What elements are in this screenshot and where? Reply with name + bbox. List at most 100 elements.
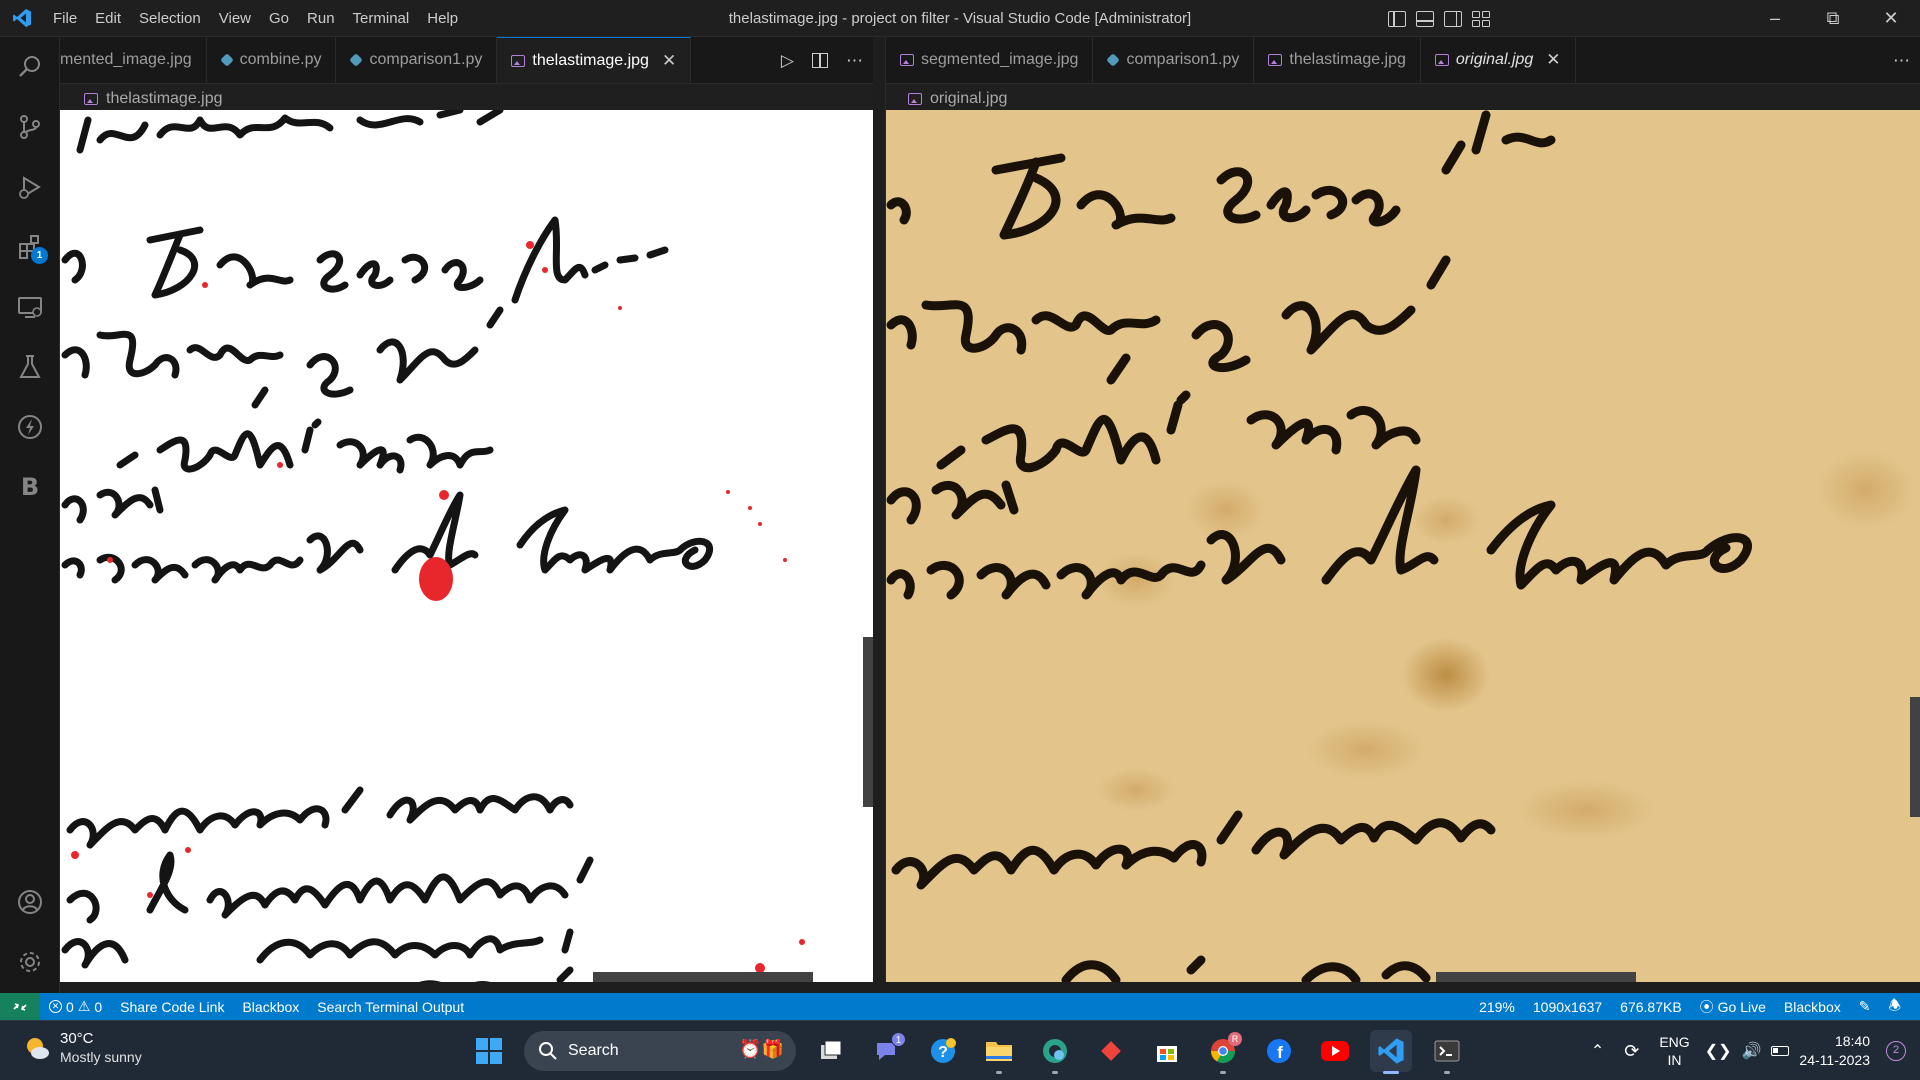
vertical-scrollbar-left[interactable]	[863, 637, 873, 807]
menu-edit[interactable]: Edit	[86, 0, 130, 37]
running-indicator	[1220, 1071, 1226, 1074]
running-indicator	[996, 1071, 1002, 1074]
tab-combine-py[interactable]: combine.py	[207, 37, 337, 83]
menu-go[interactable]: Go	[260, 0, 298, 37]
chrome-profile-badge: R	[1228, 1032, 1242, 1046]
teams-chat-icon[interactable]: 1	[866, 1030, 908, 1072]
image-file-icon	[1434, 54, 1449, 66]
blackbox-icon[interactable]: B	[0, 462, 60, 512]
tab-close-icon[interactable]: ✕	[1546, 50, 1560, 70]
wifi-icon[interactable]: ❮❯	[1700, 1041, 1737, 1061]
minimize-button[interactable]: –	[1746, 0, 1804, 37]
taskbar-search[interactable]: Search ⏰🎁	[524, 1031, 796, 1071]
image-preview-thelastimage[interactable]	[60, 110, 873, 982]
get-help-icon[interactable]: ?	[922, 1030, 964, 1072]
breadcrumb-filename[interactable]: thelastimage.jpg	[106, 90, 223, 108]
tab-original-active[interactable]: original.jpg ✕	[1421, 37, 1576, 83]
youtube-icon[interactable]	[1314, 1030, 1356, 1072]
manage-gear-icon[interactable]	[0, 937, 60, 987]
horizontal-scrollbar-right[interactable]	[1436, 972, 1636, 982]
remote-indicator-icon[interactable]	[0, 993, 40, 1020]
notifications-bell-icon[interactable]: 🕭	[1879, 995, 1910, 1019]
toggle-secondary-sidebar-icon[interactable]	[1444, 10, 1462, 27]
search-terminal-output[interactable]: Search Terminal Output	[308, 999, 473, 1015]
run-file-icon[interactable]: ▷	[781, 51, 794, 71]
python-file-icon	[219, 53, 234, 67]
language-indicator[interactable]: ENG IN	[1649, 1033, 1699, 1069]
image-file-icon	[511, 54, 526, 67]
tab-label: comparison1.py	[369, 51, 483, 68]
terminal-icon[interactable]	[1426, 1030, 1468, 1074]
python-file-icon	[1106, 53, 1121, 67]
go-live-button[interactable]: ⦿ Go Live	[1691, 997, 1775, 1017]
notification-count-badge[interactable]: 2	[1886, 1041, 1906, 1061]
toggle-panel-icon[interactable]	[1416, 10, 1434, 27]
region-code: IN	[1667, 1052, 1682, 1068]
tab-segmented-image-left[interactable]: mented_image.jpg	[60, 37, 207, 83]
vertical-scrollbar-right[interactable]	[1910, 697, 1920, 817]
tab-thelastimage-right[interactable]: thelastimage.jpg	[1254, 37, 1421, 83]
tab-label: comparison1.py	[1126, 51, 1240, 68]
battery-icon[interactable]	[1771, 1046, 1790, 1056]
accounts-icon[interactable]	[0, 877, 60, 927]
run-debug-icon[interactable]	[0, 162, 60, 212]
windows-taskbar: 30°C Mostly sunny Search ⏰🎁 1 ? R f ⌃ ⟳ …	[0, 1020, 1920, 1080]
weather-condition: Mostly sunny	[60, 1049, 142, 1065]
menu-run[interactable]: Run	[298, 0, 344, 37]
explorer-icon[interactable]	[0, 42, 60, 92]
problems-indicator[interactable]: ✕ 0 ⚠ 0	[40, 998, 111, 1015]
menu-terminal[interactable]: Terminal	[344, 0, 419, 37]
share-code-link[interactable]: Share Code Link	[111, 999, 233, 1015]
menu-selection[interactable]: Selection	[130, 0, 210, 37]
tab-comparison1-py-left[interactable]: comparison1.py	[336, 37, 498, 83]
horizontal-scrollbar-left[interactable]	[593, 972, 813, 982]
warning-icon: ⚠	[77, 998, 91, 1014]
breadcrumb-filename[interactable]: original.jpg	[930, 90, 1007, 108]
testing-icon[interactable]	[0, 342, 60, 392]
close-button[interactable]: ✕	[1862, 0, 1920, 37]
tab-segmented-image-right[interactable]: segmented_image.jpg	[886, 37, 1094, 83]
customize-layout-icon[interactable]	[1472, 10, 1490, 27]
feedback-icon[interactable]: ✎	[1850, 998, 1880, 1015]
blackbox-status[interactable]: Blackbox	[233, 999, 308, 1015]
sync-icon[interactable]: ⟳	[1614, 1041, 1649, 1062]
clock-time: 18:40	[1834, 1033, 1870, 1049]
extensions-icon[interactable]: 1	[0, 222, 60, 272]
facebook-icon[interactable]: f	[1258, 1030, 1300, 1072]
menu-view[interactable]: View	[210, 0, 260, 37]
thunder-client-icon[interactable]	[0, 402, 60, 452]
split-editor-icon[interactable]	[812, 53, 828, 68]
more-actions-icon[interactable]: ⋯	[846, 51, 863, 71]
volume-icon[interactable]: 🔊	[1737, 1041, 1767, 1061]
show-hidden-icons-chevron-icon[interactable]: ⌃	[1581, 1041, 1614, 1061]
toggle-primary-sidebar-icon[interactable]	[1388, 10, 1406, 27]
zoom-level[interactable]: 219%	[1470, 999, 1524, 1015]
image-dimensions: 1090x1637	[1532, 998, 1603, 1015]
tab-comparison1-py-right[interactable]: comparison1.py	[1093, 37, 1255, 83]
menu-file[interactable]: File	[44, 0, 86, 37]
file-explorer-icon[interactable]	[978, 1030, 1020, 1074]
tab-thelastimage-active[interactable]: thelastimage.jpg ✕	[497, 37, 692, 83]
chrome-browser-icon[interactable]: R	[1202, 1030, 1244, 1074]
restore-button[interactable]: ⧉	[1804, 0, 1862, 37]
source-control-icon[interactable]	[0, 102, 60, 152]
weather-widget[interactable]: 30°C Mostly sunny	[22, 1029, 142, 1067]
search-label: Search	[568, 1042, 619, 1059]
edge-browser-icon[interactable]	[1034, 1030, 1076, 1074]
microsoft-store-icon[interactable]	[1146, 1030, 1188, 1072]
status-bar: ✕ 0 ⚠ 0 Share Code Link Blackbox Search …	[0, 993, 1920, 1020]
blackbox-right[interactable]: Blackbox	[1775, 999, 1850, 1015]
tab-close-icon[interactable]: ✕	[662, 51, 676, 71]
menu-bar: File Edit Selection View Go Run Terminal…	[44, 0, 467, 37]
more-actions-icon[interactable]: ⋯	[1893, 51, 1910, 71]
image-preview-original[interactable]	[886, 110, 1920, 982]
vscode-taskbar-icon[interactable]	[1370, 1030, 1412, 1074]
blackbox-letter: B	[20, 473, 40, 501]
menu-help[interactable]: Help	[418, 0, 467, 37]
task-view-icon[interactable]	[810, 1030, 852, 1072]
remote-explorer-icon[interactable]	[0, 282, 60, 332]
clock[interactable]: 18:40 24-11-2023	[1799, 1032, 1880, 1070]
windows-start-icon[interactable]	[468, 1030, 510, 1072]
image-file-icon	[900, 54, 914, 66]
anydesk-icon[interactable]	[1090, 1030, 1132, 1072]
